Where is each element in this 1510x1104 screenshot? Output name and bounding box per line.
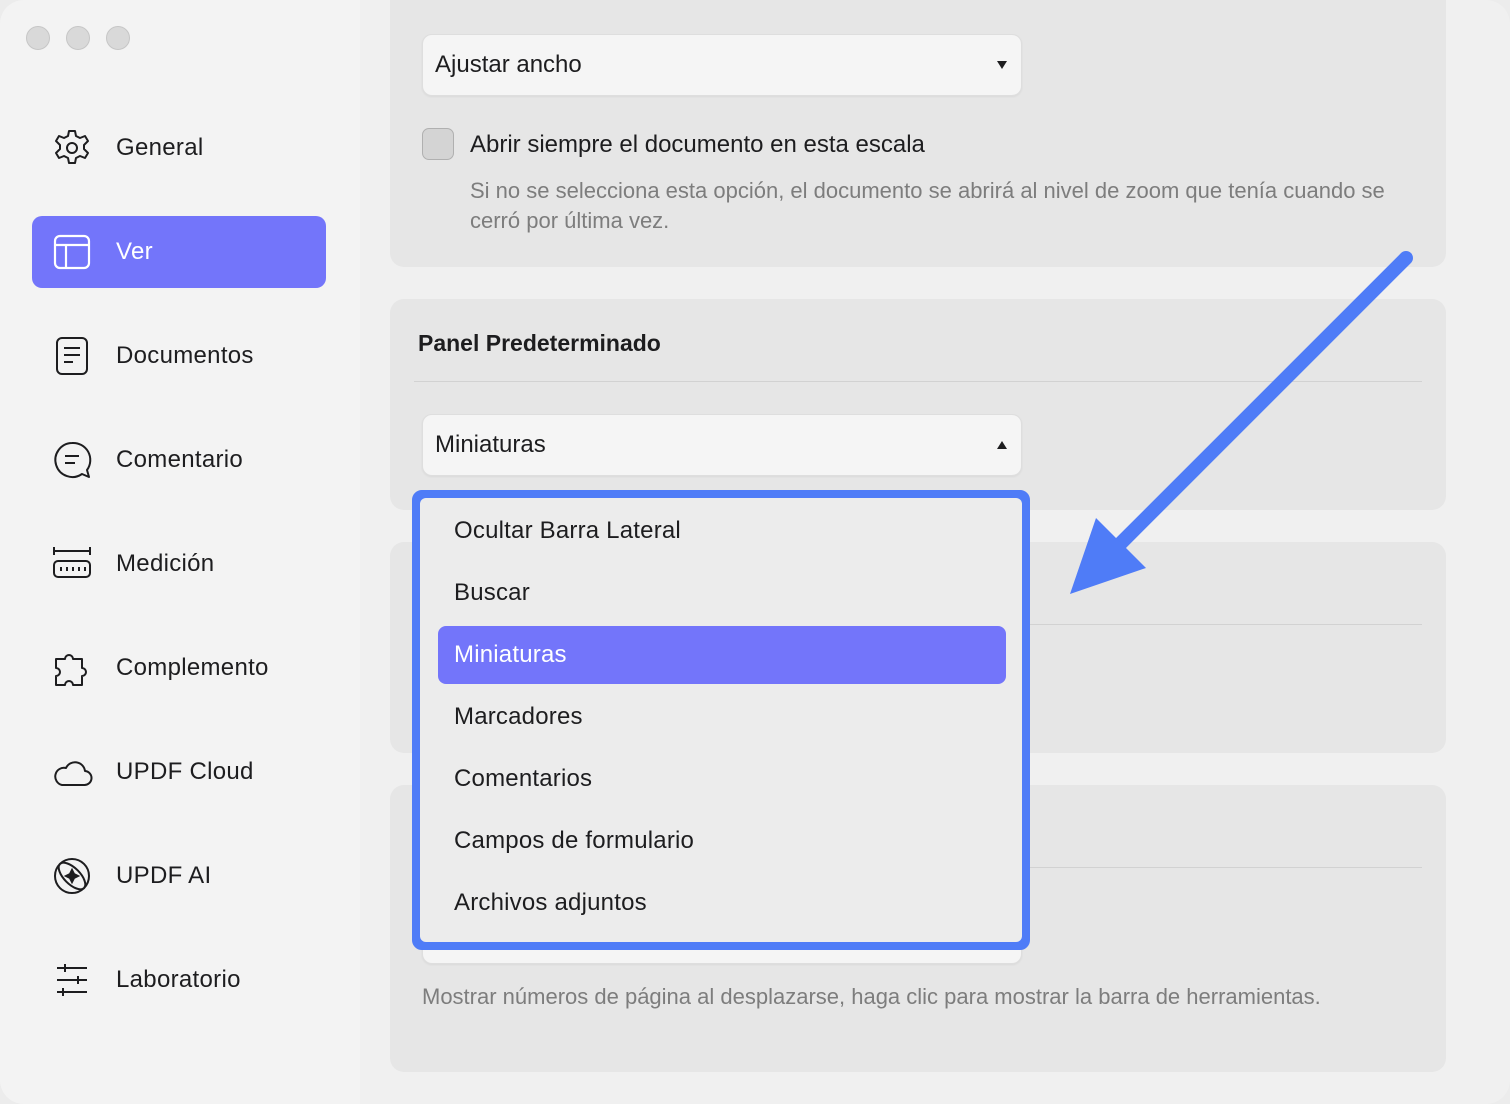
sidebar-item-label: Ver	[116, 238, 153, 265]
menu-item-archivos-adjuntos[interactable]: Archivos adjuntos	[438, 874, 1006, 932]
window-controls	[26, 26, 130, 50]
menu-item-miniaturas[interactable]: Miniaturas	[438, 626, 1006, 684]
sliders-icon	[50, 958, 94, 1002]
sidebar-item-updf-ai[interactable]: UPDF AI	[32, 840, 326, 912]
section-title: Panel Predeterminado	[418, 330, 661, 356]
puzzle-icon	[50, 646, 94, 690]
minimize-window-button[interactable]	[66, 26, 90, 50]
ai-icon	[50, 854, 94, 898]
sidebar-item-general[interactable]: General	[32, 112, 326, 184]
zoom-help-text: Si no se selecciona esta opción, el docu…	[470, 178, 1385, 233]
sidebar-item-label: UPDF Cloud	[116, 758, 254, 785]
preferences-window: General Ver Documentos Comentario Medici…	[0, 0, 1510, 1104]
page-numbers-help-text: Mostrar números de página al desplazarse…	[422, 984, 1321, 1009]
zoom-window-button[interactable]	[106, 26, 130, 50]
sidebar-item-comentario[interactable]: Comentario	[32, 424, 326, 496]
sidebar-item-updf-cloud[interactable]: UPDF Cloud	[32, 736, 326, 808]
gear-icon	[50, 126, 94, 170]
default-panel-select-value: Miniaturas	[435, 431, 546, 458]
sidebar: General Ver Documentos Comentario Medici…	[0, 0, 360, 1104]
ruler-icon	[50, 542, 94, 586]
menu-item-ocultar-barra-lateral[interactable]: Ocultar Barra Lateral	[438, 502, 1006, 560]
sidebar-item-label: Laboratorio	[116, 966, 241, 993]
sidebar-item-laboratorio[interactable]: Laboratorio	[32, 944, 326, 1016]
sidebar-item-label: Medición	[116, 550, 215, 577]
chevron-up-icon	[997, 441, 1007, 449]
default-panel-select[interactable]: Miniaturas	[422, 414, 1022, 476]
menu-item-marcadores[interactable]: Marcadores	[438, 688, 1006, 746]
always-open-scale-checkbox[interactable]	[422, 128, 454, 160]
default-panel-dropdown-menu: Ocultar Barra Lateral Buscar Miniaturas …	[420, 498, 1022, 942]
sidebar-item-label: Complemento	[116, 654, 269, 681]
chevron-down-icon	[997, 61, 1007, 69]
comment-icon	[50, 438, 94, 482]
annotation-arrow-icon	[1070, 251, 1413, 594]
close-window-button[interactable]	[26, 26, 50, 50]
zoom-select[interactable]: Ajustar ancho	[422, 34, 1022, 96]
menu-item-campos-de-formulario[interactable]: Campos de formulario	[438, 812, 1006, 870]
sidebar-item-label: UPDF AI	[116, 862, 212, 889]
sidebar-item-medicion[interactable]: Medición	[32, 528, 326, 600]
always-open-scale-label: Abrir siempre el documento en esta escal…	[470, 131, 925, 158]
cloud-icon	[50, 750, 94, 794]
divider	[1030, 624, 1422, 625]
sidebar-item-label: General	[116, 134, 204, 161]
sidebar-item-label: Documentos	[116, 342, 254, 369]
document-icon	[50, 334, 94, 378]
menu-item-comentarios[interactable]: Comentarios	[438, 750, 1006, 808]
divider	[1030, 867, 1422, 868]
layout-icon	[50, 230, 94, 274]
menu-item-buscar[interactable]: Buscar	[438, 564, 1006, 622]
sidebar-item-ver[interactable]: Ver	[32, 216, 326, 288]
zoom-select-value: Ajustar ancho	[435, 51, 582, 78]
sidebar-item-label: Comentario	[116, 446, 244, 473]
sidebar-item-complemento[interactable]: Complemento	[32, 632, 326, 704]
sidebar-item-documentos[interactable]: Documentos	[32, 320, 326, 392]
